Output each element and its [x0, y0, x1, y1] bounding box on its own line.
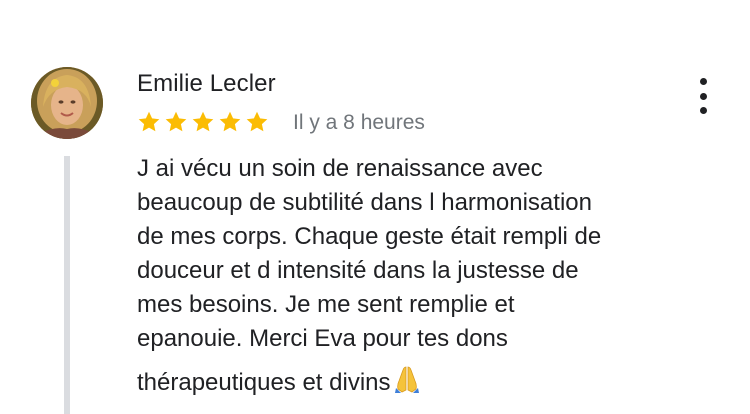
review-text-line: epanouie. Merci Eva pour tes dons: [137, 325, 508, 352]
star-icon: [219, 111, 241, 132]
star-icon: [165, 111, 187, 132]
review-text-line: beaucoup de subtilité dans l harmonisati…: [137, 189, 592, 216]
review-card: Emilie Lecler Il y a 8 heures J ai vécu …: [0, 0, 750, 414]
review-text-line: de mes corps. Chaque geste était rempli …: [137, 223, 602, 250]
star-icon: [246, 111, 268, 132]
more-vertical-icon-dot: [699, 107, 707, 114]
more-vertical-icon: [699, 78, 707, 85]
quote-bar: [64, 156, 70, 414]
more-options-button[interactable]: [692, 78, 714, 114]
review-text-line-last: thérapeutiques et divins: [137, 364, 697, 404]
review-text-line: thérapeutiques et divins: [137, 369, 391, 396]
review-text-line: mes besoins. Je me sent remplie et: [137, 291, 515, 318]
review-text-line: J ai vécu un soin de renaissance avec: [137, 155, 543, 182]
star-icon: [192, 111, 214, 132]
avatar[interactable]: [31, 67, 103, 139]
avatar-photo: [31, 67, 103, 139]
review-time: Il y a 8 heures: [293, 111, 425, 134]
folded-hands-icon: [392, 364, 422, 404]
review-text: J ai vécu un soin de renaissance avec be…: [137, 152, 697, 404]
star-rating: [137, 110, 269, 134]
star-icon: [138, 111, 160, 132]
author-name[interactable]: Emilie Lecler: [137, 70, 276, 98]
more-vertical-icon-dot: [699, 92, 707, 100]
review-text-line: douceur et d intensité dans la justesse …: [137, 257, 579, 284]
